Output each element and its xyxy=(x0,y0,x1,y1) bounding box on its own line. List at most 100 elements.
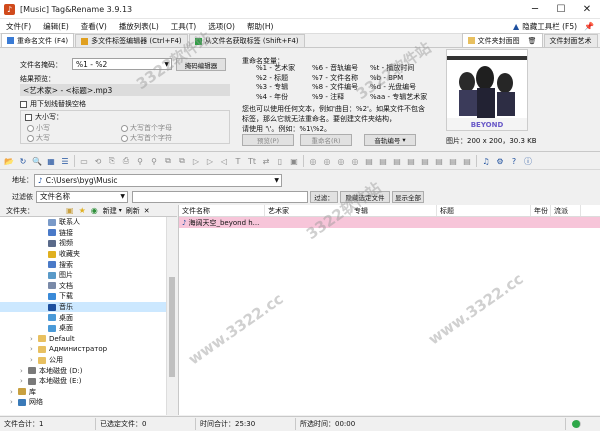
menu-view[interactable]: 查看(V) xyxy=(75,21,113,32)
play-icon[interactable]: ▷ xyxy=(190,155,202,167)
play-next-icon[interactable]: ▷ xyxy=(204,155,216,167)
tag7-icon[interactable]: ▤ xyxy=(447,155,459,167)
star-icon[interactable]: ★ xyxy=(79,206,86,215)
copy-icon[interactable]: ⧉ xyxy=(162,155,174,167)
case-first-char[interactable]: 大写首个字符 xyxy=(121,133,172,143)
refresh-icon[interactable]: ↻ xyxy=(17,155,29,167)
filter-field-select[interactable]: 文件名称 ▼ xyxy=(36,190,128,203)
tree-item[interactable]: 音乐 xyxy=(0,301,166,313)
folder-icon[interactable]: ▣ xyxy=(66,206,74,215)
col-filename[interactable]: 文件名称 xyxy=(179,205,265,216)
address-input[interactable]: ♪ C:\Users\byg\Music ▼ xyxy=(34,173,282,187)
tag4-icon[interactable]: ▤ xyxy=(405,155,417,167)
menu-tools[interactable]: 工具(T) xyxy=(165,21,202,32)
col-artist[interactable]: 艺术家 xyxy=(265,205,351,216)
copy-tag-icon[interactable]: ⎘ xyxy=(106,155,118,167)
cd2-icon[interactable]: ◎ xyxy=(321,155,333,167)
open-folder-icon[interactable]: 📂 xyxy=(3,155,15,167)
globe-icon[interactable]: ◉ xyxy=(91,206,98,215)
filter-input[interactable] xyxy=(132,190,308,203)
tab-multi-editor[interactable]: 多文件标签编辑器 (Ctrl+F4) xyxy=(75,34,188,47)
tab-folder-cover[interactable]: 文件夹封面图 🗑 xyxy=(461,33,543,47)
close-button[interactable]: ✕ xyxy=(574,0,600,19)
stop-icon[interactable]: ◁ xyxy=(218,155,230,167)
show-all-button[interactable]: 显示全部 xyxy=(392,190,424,203)
tag3-icon[interactable]: ▤ xyxy=(391,155,403,167)
track-number-button[interactable]: 音轨编号 ▾ xyxy=(364,134,416,146)
tree-item[interactable]: 文档 xyxy=(0,281,166,292)
scroll-thumb[interactable] xyxy=(169,277,175,377)
info-icon[interactable]: ⓘ xyxy=(522,155,534,167)
delete-cover-icon[interactable]: 🗑 xyxy=(528,37,537,45)
tree-item[interactable]: 收藏夹 xyxy=(0,249,166,260)
tree-item[interactable]: 视频 xyxy=(0,238,166,249)
save-icon[interactable]: ▭ xyxy=(78,155,90,167)
new-folder-button[interactable]: 新建 xyxy=(103,206,117,216)
mask-editor-button[interactable]: 掩码编辑器 xyxy=(176,58,226,71)
expand-chevron-icon[interactable]: › xyxy=(10,398,18,406)
tag8-icon[interactable]: ▤ xyxy=(461,155,473,167)
chevron-down-icon[interactable]: ▼ xyxy=(274,177,281,184)
maximize-button[interactable]: ☐ xyxy=(548,0,574,19)
settings-icon[interactable]: ⚙ xyxy=(494,155,506,167)
search-icon[interactable]: 🔍 xyxy=(31,155,43,167)
minimize-button[interactable]: ─ xyxy=(522,0,548,19)
folder-tree[interactable]: 联系人 链接 视频 收藏夹 搜索 图片 文档 下载 音乐 桌面 桌面 › Default › Админис… xyxy=(0,217,166,415)
tree-item[interactable]: 链接 xyxy=(0,228,166,239)
hide-toolbar-button[interactable]: 隐藏工具栏 (F5) xyxy=(522,21,577,32)
tree-item[interactable]: › Default xyxy=(0,334,166,345)
tab-folder-art[interactable]: 文件封面艺术 xyxy=(543,34,598,47)
preview-button[interactable]: 预览(P) xyxy=(242,134,294,146)
tree-item[interactable]: 桌面 xyxy=(0,312,166,323)
tree-item[interactable]: › 库 xyxy=(0,387,166,398)
col-album[interactable]: 专辑 xyxy=(351,205,437,216)
tag2-icon[interactable]: ▤ xyxy=(377,155,389,167)
menu-edit[interactable]: 编辑(E) xyxy=(37,21,75,32)
template-input[interactable]: %1 - %2 ▼ xyxy=(72,58,172,70)
filter-button[interactable]: 过滤： xyxy=(310,190,338,203)
case-lower[interactable]: 小写 xyxy=(27,123,50,133)
cd3-icon[interactable]: ◎ xyxy=(335,155,347,167)
duplicate-icon[interactable]: ⧉ xyxy=(176,155,188,167)
paste-tag-icon[interactable]: ⎙ xyxy=(120,155,132,167)
wand2-icon[interactable]: ⚲ xyxy=(148,155,160,167)
tree-item[interactable]: › 本地磁盘 (E:) xyxy=(0,376,166,387)
menu-playlist[interactable]: 播放列表(L) xyxy=(113,21,165,32)
playlist-icon[interactable]: ♫ xyxy=(480,155,492,167)
expand-chevron-icon[interactable]: › xyxy=(30,345,38,353)
tab-from-filename[interactable]: 从文件名获取标签 (Shift+F4) xyxy=(188,34,305,47)
tree-item[interactable]: › 本地磁盘 (D:) xyxy=(0,365,166,376)
cd-icon[interactable]: ◎ xyxy=(307,155,319,167)
undo-icon[interactable]: ⟲ xyxy=(92,155,104,167)
tree-item[interactable]: › 网络 xyxy=(0,397,166,408)
underscore-option[interactable]: 用下划线替换空格 xyxy=(20,99,86,109)
tree-item[interactable]: › 公用 xyxy=(0,355,166,366)
cover-image[interactable]: BEYOND xyxy=(446,49,528,131)
hide-selected-button[interactable]: 隐藏选定文件 xyxy=(340,190,390,203)
table-row[interactable]: ♪ 海阔天空_beyond h... xyxy=(179,217,600,228)
help-icon[interactable]: ? xyxy=(508,155,520,167)
tree-scrollbar[interactable] xyxy=(166,217,177,415)
underscore-checkbox[interactable] xyxy=(20,100,27,108)
doc-icon[interactable]: ▯ xyxy=(274,155,286,167)
cd4-icon[interactable]: ◎ xyxy=(349,155,361,167)
list-view-icon[interactable]: ☰ xyxy=(59,155,71,167)
tag5-icon[interactable]: ▤ xyxy=(419,155,431,167)
tree-item[interactable]: 联系人 xyxy=(0,217,166,228)
wand-icon[interactable]: ⚲ xyxy=(134,155,146,167)
menu-options[interactable]: 选项(O) xyxy=(202,21,241,32)
expand-chevron-icon[interactable]: › xyxy=(10,388,18,396)
rename-button[interactable]: 重命名(R) xyxy=(300,134,352,146)
case-upper[interactable]: 大写 xyxy=(27,133,50,143)
tree-item[interactable]: 下载 xyxy=(0,291,166,302)
case-checkbox-row[interactable]: 大小写： xyxy=(25,112,63,122)
chevron-down-icon[interactable]: ▾ xyxy=(119,207,122,214)
col-year[interactable]: 年份 xyxy=(531,205,551,216)
tree-item[interactable]: 搜索 xyxy=(0,259,166,270)
case-checkbox[interactable] xyxy=(25,113,32,121)
tag-icon[interactable]: ▤ xyxy=(363,155,375,167)
expand-chevron-icon[interactable]: › xyxy=(30,335,38,343)
case-icon[interactable]: Tt xyxy=(246,155,258,167)
grid-view-icon[interactable]: ▦ xyxy=(45,155,57,167)
tree-item[interactable]: › Администратор xyxy=(0,344,166,355)
